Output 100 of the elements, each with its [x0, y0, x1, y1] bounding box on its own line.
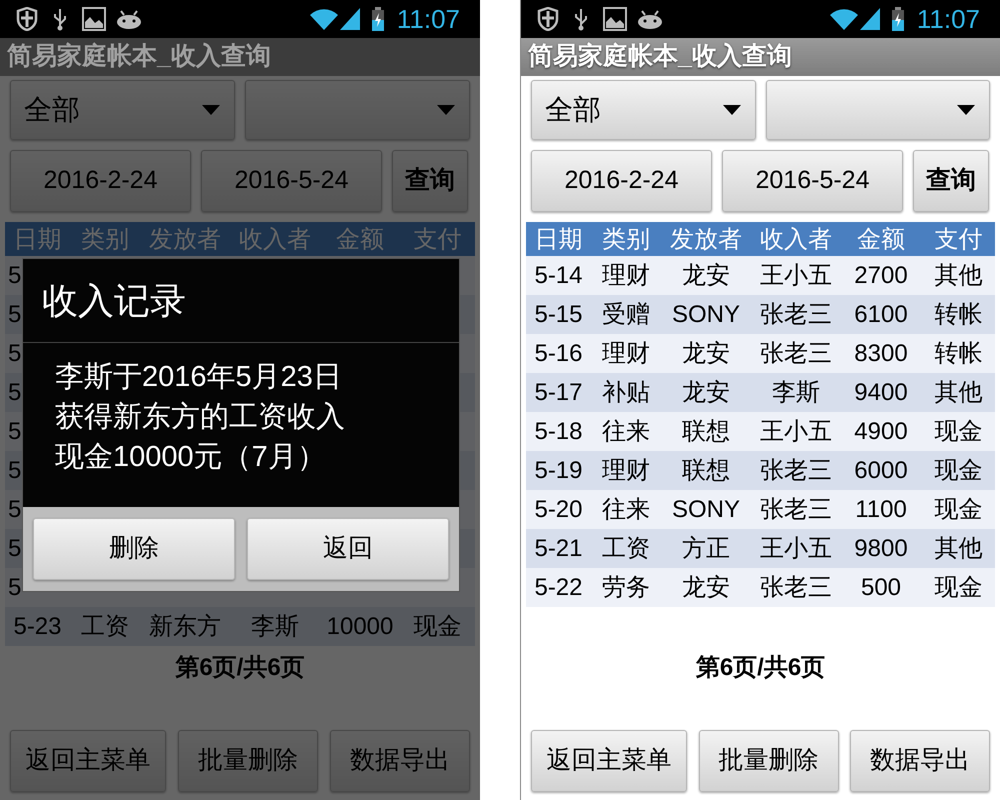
- table-cell-text: 5-21: [534, 534, 583, 564]
- table-row[interactable]: 5-21 工资 方正 王小五 9800 其他: [526, 529, 995, 568]
- column-header: 发放者: [669, 225, 743, 255]
- table-cell-text: 6000: [854, 456, 908, 486]
- dropdown-value: 全部: [545, 93, 601, 127]
- app-title: 简易家庭帐本_收入查询: [7, 41, 271, 72]
- table-cell-text: 5: [8, 338, 22, 368]
- table-cell-text: 5-16: [534, 338, 583, 368]
- dialog-button[interactable]: 删除: [33, 518, 235, 580]
- query-button[interactable]: 查询: [913, 150, 989, 212]
- table-cell-text: 现金: [934, 494, 982, 524]
- shield-icon: [537, 7, 559, 31]
- table-cell-text: SONY: [672, 300, 740, 330]
- table-cell-text: 往来: [602, 494, 650, 524]
- table-cell-text: 往来: [602, 416, 650, 446]
- table-cell-text: 龙安: [682, 338, 730, 368]
- signal-icon: [858, 7, 881, 31]
- table-cell-text: 王小五: [760, 534, 832, 564]
- table-cell-text: 10000: [326, 612, 394, 642]
- table-cell-text: 2700: [854, 260, 908, 290]
- wifi-icon: [828, 7, 859, 31]
- table-cell-text: 工资: [81, 612, 129, 642]
- table-cell-text: 500: [860, 572, 902, 602]
- table-cell-text: 现金: [934, 416, 982, 446]
- dropdown[interactable]: 全部: [531, 80, 756, 140]
- clock: 11:07: [396, 2, 460, 36]
- table-cell-text: 受赠: [602, 300, 650, 330]
- robot-icon: [637, 9, 663, 29]
- usb-icon: [52, 7, 68, 31]
- page-indicator: 第6页/共6页: [175, 653, 305, 683]
- table-row[interactable]: 5-18 往来 联想 王小五 4900 现金: [526, 412, 995, 451]
- table-cell-text: 龙安: [682, 260, 730, 290]
- table-cell-text: 5-20: [534, 494, 583, 524]
- table-cell-text: 龙安: [682, 378, 730, 408]
- table-cell-text: 王小五: [760, 416, 832, 446]
- caret-icon: [436, 104, 456, 116]
- table-cell-text: 方正: [682, 534, 730, 564]
- table-cell-text: SONY: [672, 494, 740, 524]
- action-button[interactable]: 返回主菜单: [531, 730, 687, 792]
- table-cell-text: 张老三: [760, 572, 832, 602]
- table-cell-text: 劳务: [602, 572, 650, 602]
- table-cell-text: 李斯: [251, 612, 299, 642]
- table-cell-text: 工资: [602, 534, 650, 564]
- table-cell-text: 联想: [682, 416, 730, 446]
- table-cell-text: 1100: [855, 494, 907, 524]
- dropdown[interactable]: [245, 80, 470, 140]
- table-cell-text: 6100: [854, 300, 908, 330]
- table-row[interactable]: 5-15 受赠 SONY 张老三 6100 转帐: [526, 295, 995, 334]
- column-header: 支付: [412, 225, 462, 255]
- column-header: 类别: [601, 225, 651, 255]
- battery-icon: [890, 7, 905, 31]
- table-cell-text: 张老三: [760, 338, 832, 368]
- usb-icon: [573, 7, 589, 31]
- dialog-message: 李斯于2016年5月23日: [55, 360, 343, 395]
- wifi-icon: [308, 7, 339, 31]
- dialog-title: 收入记录: [42, 278, 186, 322]
- table-cell-text: 5-18: [534, 416, 583, 446]
- image-icon: [603, 7, 627, 31]
- table-cell-text: 5-23: [13, 612, 62, 642]
- table-cell-text: 9800: [854, 534, 908, 564]
- table-cell-text: 转帐: [934, 338, 982, 368]
- action-button[interactable]: 批量删除: [698, 730, 838, 792]
- table-row[interactable]: 5-20 往来 SONY 张老三 1100 现金: [526, 490, 995, 529]
- dialog-message: 现金10000元（7月）: [55, 440, 327, 475]
- date-button[interactable]: 2016-5-24: [722, 150, 903, 212]
- dialog-button[interactable]: 返回: [247, 518, 449, 580]
- table-cell-text: 5: [8, 534, 22, 564]
- table-cell-text: 5: [8, 300, 22, 330]
- table-cell-text: 5-15: [534, 300, 583, 330]
- image-icon: [82, 7, 106, 31]
- dropdown[interactable]: [766, 80, 990, 140]
- action-button[interactable]: 数据导出: [850, 730, 990, 792]
- table-cell-text: 5: [8, 260, 22, 290]
- table-cell-text: 张老三: [760, 494, 832, 524]
- table-cell-text: 其他: [934, 534, 982, 564]
- table-row[interactable]: 5-22 劳务 龙安 张老三 500 现金: [526, 568, 995, 607]
- table-cell-text: 5-17: [534, 378, 583, 408]
- battery-icon: [370, 7, 385, 31]
- table-cell-text: 张老三: [760, 300, 832, 330]
- table-row[interactable]: 5-16 理财 龙安 张老三 8300 转帐: [526, 334, 995, 373]
- table-cell-text: 联想: [682, 456, 730, 486]
- column-header: 类别: [80, 225, 130, 255]
- table-cell-text: 其他: [934, 378, 982, 408]
- table-cell-text: 5-14: [534, 260, 583, 290]
- table-cell-text: 5: [8, 456, 22, 486]
- table-row[interactable]: 5-14 理财 龙安 王小五 2700 其他: [526, 256, 995, 295]
- table-cell-text: 新东方: [149, 612, 221, 642]
- column-header: 收入者: [759, 225, 833, 255]
- column-header: 日期: [12, 225, 62, 255]
- date-button[interactable]: 2016-2-24: [531, 150, 712, 212]
- table-cell-text: 现金: [934, 456, 982, 486]
- column-header: 支付: [934, 225, 984, 255]
- table-cell-text: 李斯: [772, 378, 820, 408]
- column-header: 日期: [534, 225, 584, 255]
- table-cell-text: 转帐: [934, 300, 982, 330]
- table-row[interactable]: 5-19 理财 联想 张老三 6000 现金: [526, 451, 995, 490]
- clock: 11:07: [916, 2, 980, 36]
- table-cell-text: 其他: [934, 260, 982, 290]
- table-row[interactable]: 5-17 补贴 龙安 李斯 9400 其他: [526, 373, 995, 412]
- table-cell-text: 张老三: [760, 456, 832, 486]
